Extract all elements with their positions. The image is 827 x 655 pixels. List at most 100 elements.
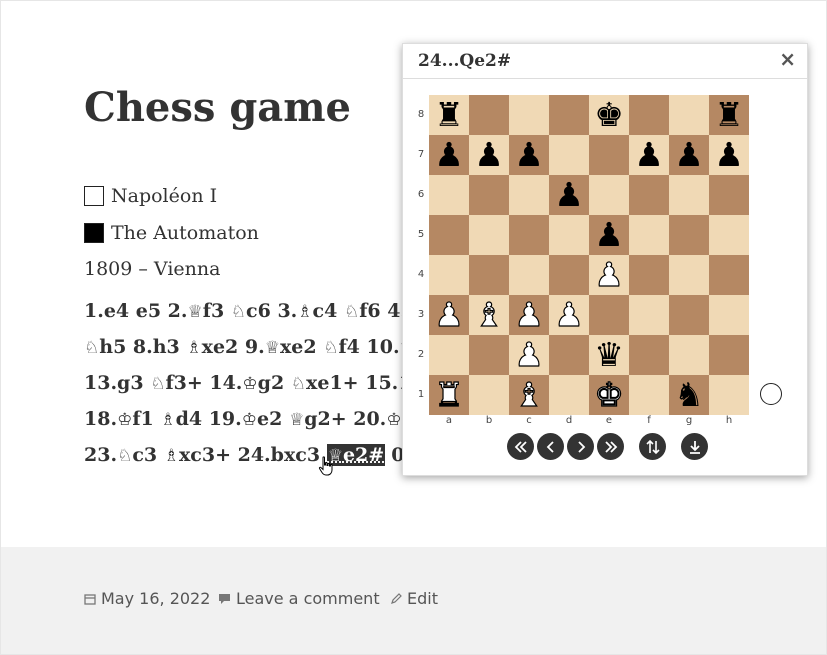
square-a8[interactable]: ♜ — [429, 95, 469, 135]
square-b2[interactable] — [469, 335, 509, 375]
move-text[interactable]: xe2 9. — [202, 336, 265, 358]
square-g1[interactable]: ♞ — [669, 375, 709, 415]
white-king-icon[interactable]: ♚ — [594, 374, 625, 415]
square-e3[interactable] — [589, 295, 629, 335]
move-text[interactable]: c4 — [313, 300, 344, 322]
white-pawn-icon[interactable]: ♟ — [554, 294, 585, 335]
square-e4[interactable]: ♟ — [589, 254, 629, 295]
black-pawn-icon[interactable]: ♟ — [674, 135, 704, 175]
move-text[interactable]: 18. — [84, 408, 117, 430]
square-h3[interactable] — [709, 295, 749, 335]
square-f5[interactable] — [629, 215, 669, 255]
square-b8[interactable] — [469, 95, 509, 135]
square-a4[interactable] — [429, 255, 469, 295]
square-f6[interactable] — [629, 175, 669, 215]
square-f3[interactable] — [629, 295, 669, 335]
move-text[interactable]: 13.g3 — [84, 372, 150, 394]
square-b6[interactable] — [469, 175, 509, 215]
black-pawn-icon[interactable]: ♟ — [474, 135, 504, 175]
white-pawn-icon[interactable]: ♟ — [434, 294, 465, 335]
square-c8[interactable] — [509, 95, 549, 135]
square-d2[interactable] — [549, 335, 589, 375]
square-g3[interactable] — [669, 295, 709, 335]
square-g6[interactable] — [669, 175, 709, 215]
square-e7[interactable] — [589, 135, 629, 175]
black-knight-icon[interactable]: ♞ — [674, 375, 704, 415]
move-text[interactable]: c6 3. — [246, 300, 297, 322]
square-a5[interactable] — [429, 215, 469, 255]
square-d3[interactable]: ♟ — [549, 294, 589, 335]
square-f1[interactable] — [629, 375, 669, 415]
black-pawn-icon[interactable]: ♟ — [634, 135, 664, 175]
square-b5[interactable] — [469, 215, 509, 255]
black-rook-icon[interactable]: ♜ — [714, 95, 744, 135]
square-d6[interactable]: ♟ — [549, 175, 589, 215]
square-c3[interactable]: ♟ — [509, 294, 549, 335]
black-pawn-icon[interactable]: ♟ — [554, 175, 584, 215]
square-a7[interactable]: ♟ — [429, 135, 469, 175]
move-text[interactable]: 23. — [84, 444, 117, 466]
move-text[interactable]: f6 4. — [359, 300, 402, 322]
square-c2[interactable]: ♟ — [509, 334, 549, 375]
square-b7[interactable]: ♟ — [469, 135, 509, 175]
square-d4[interactable] — [549, 255, 589, 295]
flip-board-button[interactable] — [639, 433, 666, 460]
square-c5[interactable] — [509, 215, 549, 255]
black-pawn-icon[interactable]: ♟ — [434, 135, 464, 175]
move-text[interactable]: g2+ 20. — [304, 408, 386, 430]
white-bishop-icon[interactable]: ♝ — [474, 294, 505, 335]
move-text[interactable]: c3 — [132, 444, 163, 466]
square-d7[interactable] — [549, 135, 589, 175]
previous-move-button[interactable] — [537, 433, 564, 460]
white-pawn-icon[interactable]: ♟ — [594, 254, 625, 295]
square-g5[interactable] — [669, 215, 709, 255]
move-text[interactable]: 1.e4 e5 2. — [84, 300, 188, 322]
square-d5[interactable] — [549, 215, 589, 255]
move-text[interactable]: e2 — [257, 408, 289, 430]
close-icon[interactable]: × — [779, 47, 796, 71]
square-d1[interactable] — [549, 375, 589, 415]
square-h5[interactable] — [709, 215, 749, 255]
square-c4[interactable] — [509, 255, 549, 295]
square-c7[interactable]: ♟ — [509, 135, 549, 175]
square-h2[interactable] — [709, 335, 749, 375]
next-move-button[interactable] — [567, 433, 594, 460]
square-e2[interactable]: ♛ — [589, 335, 629, 375]
move-text[interactable]: xc3+ 24.bxc3 — [179, 444, 327, 466]
square-a1[interactable]: ♜ — [429, 374, 469, 415]
move-text[interactable]: f1 — [132, 408, 160, 430]
square-h8[interactable]: ♜ — [709, 95, 749, 135]
black-pawn-icon[interactable]: ♟ — [714, 135, 744, 175]
square-a6[interactable] — [429, 175, 469, 215]
download-button[interactable] — [681, 433, 708, 460]
black-queen-icon[interactable]: ♛ — [594, 335, 624, 375]
black-pawn-icon[interactable]: ♟ — [514, 135, 544, 175]
black-king-icon[interactable]: ♚ — [594, 95, 624, 135]
square-e8[interactable]: ♚ — [589, 95, 629, 135]
move-text[interactable]: h5 8.h3 — [99, 336, 186, 358]
move-text[interactable]: xe1+ 15. — [306, 372, 398, 394]
square-a3[interactable]: ♟ — [429, 294, 469, 335]
square-g8[interactable] — [669, 95, 709, 135]
square-e1[interactable]: ♚ — [589, 374, 629, 415]
square-e5[interactable]: ♟ — [589, 215, 629, 255]
square-g4[interactable] — [669, 255, 709, 295]
black-pawn-icon[interactable]: ♟ — [594, 215, 624, 255]
square-e6[interactable] — [589, 175, 629, 215]
square-h4[interactable] — [709, 255, 749, 295]
last-move-button[interactable] — [597, 433, 624, 460]
square-f2[interactable] — [629, 335, 669, 375]
square-b3[interactable]: ♝ — [469, 294, 509, 335]
square-c6[interactable] — [509, 175, 549, 215]
white-pawn-icon[interactable]: ♟ — [514, 334, 545, 375]
move-text[interactable]: f4 10. — [339, 336, 400, 358]
first-move-button[interactable] — [507, 433, 534, 460]
square-f8[interactable] — [629, 95, 669, 135]
move-text[interactable]: f3 — [203, 300, 231, 322]
square-g7[interactable]: ♟ — [669, 135, 709, 175]
square-h1[interactable] — [709, 375, 749, 415]
square-f4[interactable] — [629, 255, 669, 295]
square-b1[interactable] — [469, 375, 509, 415]
square-h6[interactable] — [709, 175, 749, 215]
post-date[interactable]: May 16, 2022 — [84, 589, 210, 608]
